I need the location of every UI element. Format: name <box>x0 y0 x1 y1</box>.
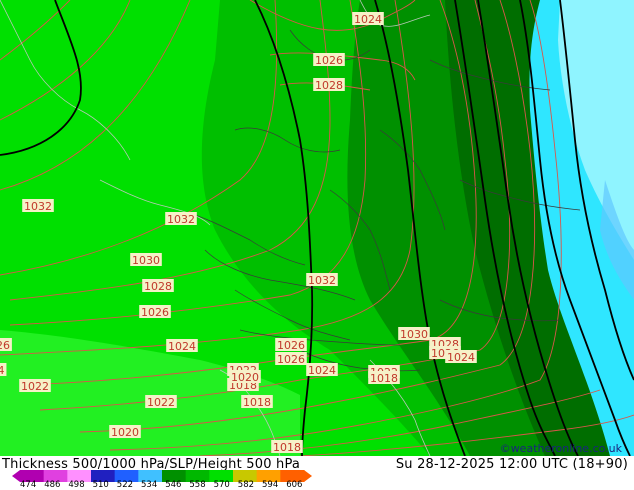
isobar-label: 1024 <box>354 13 382 26</box>
scale-tick-label: 606 <box>286 480 303 490</box>
isobar-label: 1032 <box>308 274 336 287</box>
isobar-label: 1022 <box>147 396 175 409</box>
scale-tick-label: 594 <box>262 480 279 490</box>
isobar-label: 1026 <box>141 306 169 319</box>
isobar-label: 4 <box>0 364 5 377</box>
scale-tick-label: 522 <box>116 480 134 490</box>
scale-tick-label: 546 <box>165 480 182 490</box>
isobar-label: 1022 <box>21 380 49 393</box>
scale-tick-label: 498 <box>68 480 85 490</box>
weather-map: 1024102610281032103210301028102610321024… <box>0 0 634 456</box>
isobar-label: 1026 <box>277 353 305 366</box>
scale-tick-label: 510 <box>92 480 109 490</box>
isobar-label: 1020 <box>231 371 259 384</box>
scale-tick-label: 474 <box>20 480 37 490</box>
isobar-label: 1020 <box>111 426 139 439</box>
isobar-label: 1028 <box>144 280 172 293</box>
isobar-label: 1018 <box>243 396 271 409</box>
scale-arrow-left <box>12 470 20 482</box>
scale-tick-label: 558 <box>189 480 206 490</box>
isobar-label: 1026 <box>277 339 305 352</box>
isobar-label: 1028 <box>315 79 343 92</box>
scale-tick-label: 534 <box>141 480 158 490</box>
isobar-label: 1018 <box>370 372 398 385</box>
isobar-label: 1024 <box>308 364 336 377</box>
isobar-label: 1024 <box>168 340 196 353</box>
isobar-label: 1026 <box>315 54 343 67</box>
credit-text[interactable]: ©weatheronline.co.uk <box>500 442 622 455</box>
valid-time: Su 28-12-2025 12:00 UTC (18+90) <box>395 457 628 472</box>
isobar-label: 1030 <box>132 254 160 267</box>
isobar-label: 1032 <box>24 200 52 213</box>
scale-tick-label: 486 <box>44 480 61 490</box>
isobar-label: 1032 <box>167 213 195 226</box>
map-footer: ©weatheronline.co.uk Thickness 500/1000 … <box>0 442 634 490</box>
isobar-label: 1018 <box>273 441 301 454</box>
isobar-label: 1030 <box>400 328 428 341</box>
isobar-label: 1024 <box>447 351 475 364</box>
isobar-label: 26 <box>0 339 10 352</box>
scale-arrow-right <box>304 470 312 482</box>
scale-tick-label: 582 <box>237 480 255 490</box>
scale-tick-label: 570 <box>213 480 230 490</box>
